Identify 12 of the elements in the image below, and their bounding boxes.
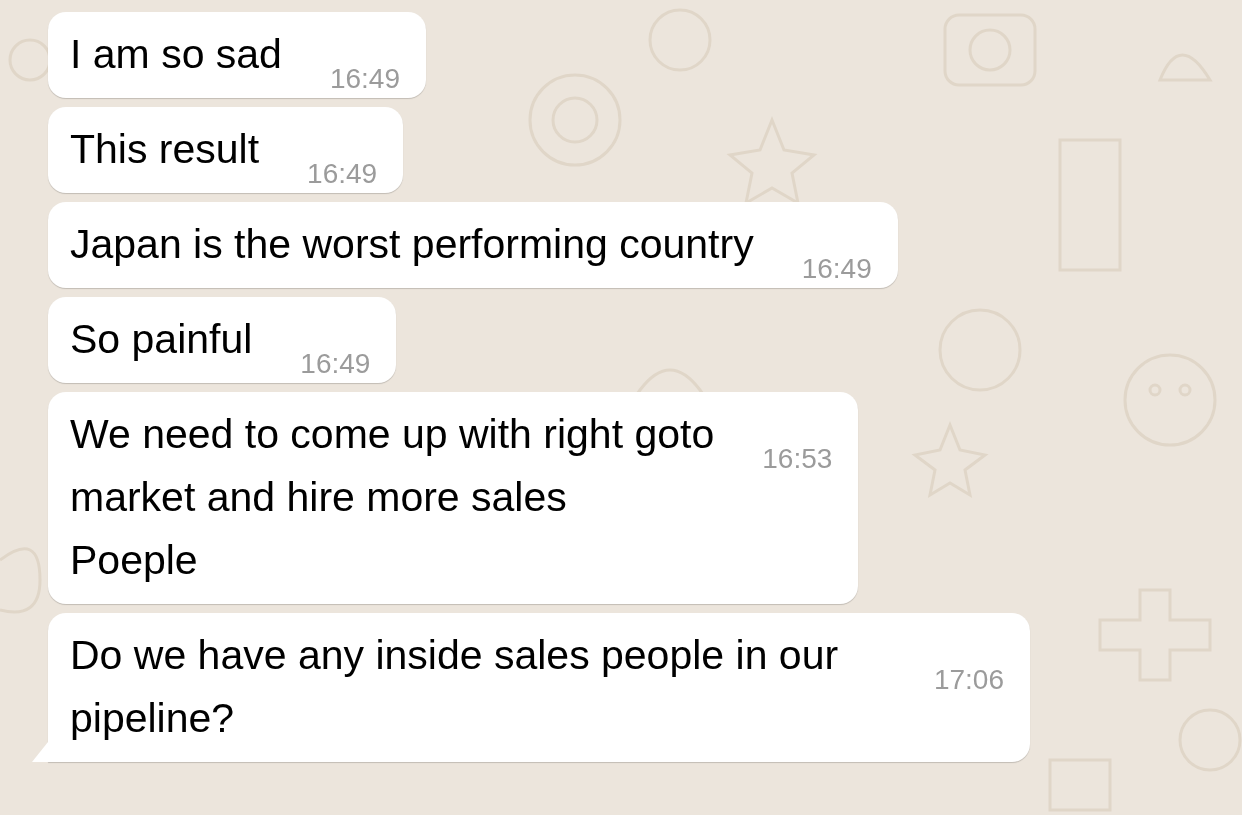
message-time: 17:06 (933, 664, 1004, 696)
message-time: 16:53 (762, 443, 833, 475)
message-time: 16:49 (801, 253, 872, 285)
message-text: I am so sad (70, 31, 282, 77)
message-text: Do we have any inside sales people in our pipeline? (70, 632, 839, 741)
message-text: So painful (70, 316, 253, 362)
message-time: 16:49 (307, 158, 378, 190)
message-text: We need to come up with right goto market and hire more sales Poeple (70, 411, 715, 583)
message-time: 16:49 (300, 348, 371, 380)
message-text: Japan is the worst performing country (70, 221, 754, 267)
message-time: 16:49 (329, 63, 400, 95)
message-text: This result (70, 126, 260, 172)
